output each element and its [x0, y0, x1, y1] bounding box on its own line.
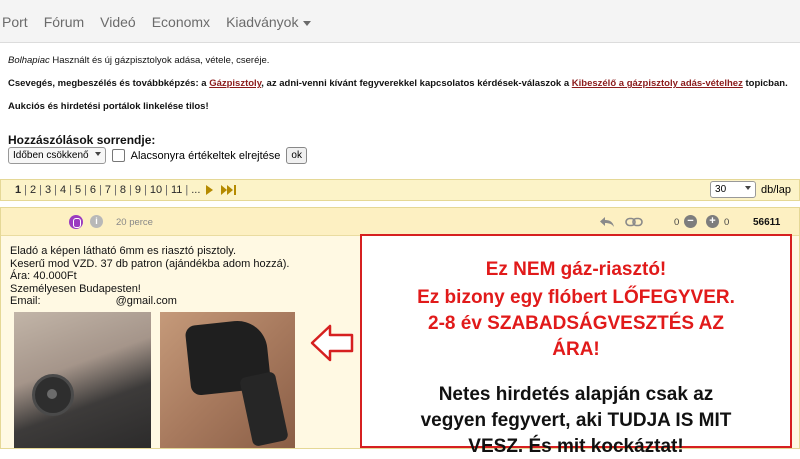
page-link[interactable]: 4 [60, 184, 66, 196]
page-link[interactable]: 2 [30, 184, 36, 196]
hide-low-rated-label: Alacsonyra értékeltek elrejtése [130, 149, 281, 162]
page-link[interactable]: 9 [135, 184, 141, 196]
post-body: Eladó a képen látható 6mm es riasztó pis… [10, 245, 289, 308]
per-page-unit: db/lap [761, 183, 791, 196]
page-link[interactable]: 3 [45, 184, 51, 196]
warning-line: 2-8 év SZABADSÁGVESZTÉS AZ [428, 313, 724, 334]
nav-item-video[interactable]: Videó [92, 14, 144, 30]
post-line: Személyesen Budapesten! [10, 282, 141, 295]
sort-ok-button[interactable]: ok [286, 147, 307, 164]
downvote-count: 0 [674, 217, 680, 228]
downvote-button[interactable]: − [684, 215, 697, 228]
topic-chat-note: Csevegés, megbeszélés és továbbképzés: a… [8, 78, 793, 90]
nav-item-forum[interactable]: Fórum [36, 14, 92, 30]
auction-note-text: Aukciós és hirdetési portálok linkelése … [8, 101, 209, 112]
next-page-icon[interactable] [206, 185, 214, 195]
warning-line: Netes hirdetés alapján csak az [438, 384, 714, 405]
topic-description: Bolhapiac Használt és új gázpisztolyok a… [8, 55, 793, 67]
chevron-down-icon [745, 186, 752, 190]
per-page-select[interactable]: 30 [710, 181, 757, 198]
pagination-bar: 1 | 2 | 3 | 4 | 5 | 6 | 7 | 8 | 9 | 10 | 11 | ... 3… [0, 179, 800, 201]
nav-item-kiadvanyok[interactable]: Kiadványok [218, 14, 319, 30]
warning-line: VESZ. És mit kockáztat! [468, 436, 684, 457]
hide-low-rated-checkbox[interactable] [111, 149, 125, 162]
left-arrow-icon [310, 324, 354, 362]
upvote-count: 0 [724, 217, 730, 228]
chevron-down-icon [94, 152, 101, 156]
page-current: 1 [15, 184, 22, 196]
post-line: Eladó a képen látható 6mm es riasztó pis… [10, 245, 237, 257]
revolver-photo-2[interactable] [160, 312, 295, 448]
top-navbar: Port Fórum Videó Economx Kiadványok [0, 0, 800, 43]
chat-prefix: Csevegés, megbeszélés és továbbképzés: a [8, 78, 210, 89]
post-line: Keserű mod VZD. 37 db patron (ajándékba … [10, 257, 290, 270]
page-link[interactable]: 10 [150, 184, 162, 196]
sort-title: Hozzászólások sorrendje: [8, 133, 156, 147]
post-time: 20 perce [116, 217, 153, 228]
nav-item-kiadvanyok-label: Kiadványok [226, 14, 299, 30]
sort-controls: Időben csökkenő Alacsonyra értékeltek el… [8, 147, 307, 164]
user-icon[interactable] [69, 215, 83, 229]
nav-items: Port Fórum Videó Economx Kiadványok [0, 14, 319, 30]
chat-suffix: topicban. [742, 78, 788, 89]
topic-name: Bolhapiac [8, 55, 50, 66]
auction-note: Aukciós és hirdetési portálok linkelése … [8, 101, 793, 113]
page-list: 1 | 2 | 3 | 4 | 5 | 6 | 7 | 8 | 9 | 10 | 11 | ... [15, 184, 237, 196]
per-page-value: 30 [715, 184, 727, 195]
link-icon[interactable] [625, 217, 643, 227]
warning-line: ÁRA! [552, 339, 600, 360]
chevron-down-icon [303, 20, 312, 26]
chat-mid: , az adni-venni kívánt fegyverekkel kapc… [261, 78, 572, 89]
warning-line: vegyen fegyvert, aki TUDJA IS MIT [420, 410, 732, 431]
page-link[interactable]: 7 [105, 184, 111, 196]
post-line: Ára: 40.000Ft [10, 270, 77, 282]
page-ellipsis: ... [191, 184, 201, 196]
post-header: i 20 perce 0 − + 0 56611 [1, 208, 799, 236]
page-link[interactable]: 5 [75, 184, 81, 196]
nav-item-economx[interactable]: Economx [144, 14, 218, 30]
sort-order-value: Időben csökkenő [13, 150, 89, 161]
topic-intro: Bolhapiac Használt és új gázpisztolyok a… [8, 55, 793, 124]
page-link[interactable]: 6 [90, 184, 96, 196]
topic-description-text: Használt és új gázpisztolyok adása, véte… [49, 55, 270, 66]
warning-line: Ez NEM gáz-riasztó! [485, 259, 667, 280]
upvote-button[interactable]: + [706, 215, 719, 228]
warning-line: Ez bizony egy flóbert LŐFEGYVER. [417, 287, 735, 308]
post-number[interactable]: 56611 [753, 217, 780, 228]
warning-notice: Ez NEM gáz-riasztó! Ez bizony egy flóber… [360, 234, 792, 457]
reply-icon[interactable] [599, 216, 615, 228]
email-label: Email: [10, 295, 41, 307]
sort-order-select[interactable]: Időben csökkenő [8, 147, 106, 164]
page-link[interactable]: 8 [120, 184, 126, 196]
last-page-icon[interactable] [221, 185, 237, 195]
forum-post: i 20 perce 0 − + 0 56611 Eladó a képen l… [0, 207, 800, 457]
email-row: Email: @gmail.com [10, 295, 289, 308]
gazpisztoly-link[interactable]: Gázpisztoly [209, 78, 261, 89]
email-domain: @gmail.com [115, 295, 177, 307]
page-link[interactable]: 11 [171, 184, 182, 196]
info-icon[interactable]: i [90, 215, 103, 228]
per-page-control: 30 db/lap [710, 181, 791, 198]
kibeszelo-link[interactable]: Kibeszélő a gázpisztoly adás-vételhez [572, 78, 743, 89]
nav-item-port[interactable]: Port [0, 14, 36, 30]
revolver-photo-1[interactable] [14, 312, 151, 448]
